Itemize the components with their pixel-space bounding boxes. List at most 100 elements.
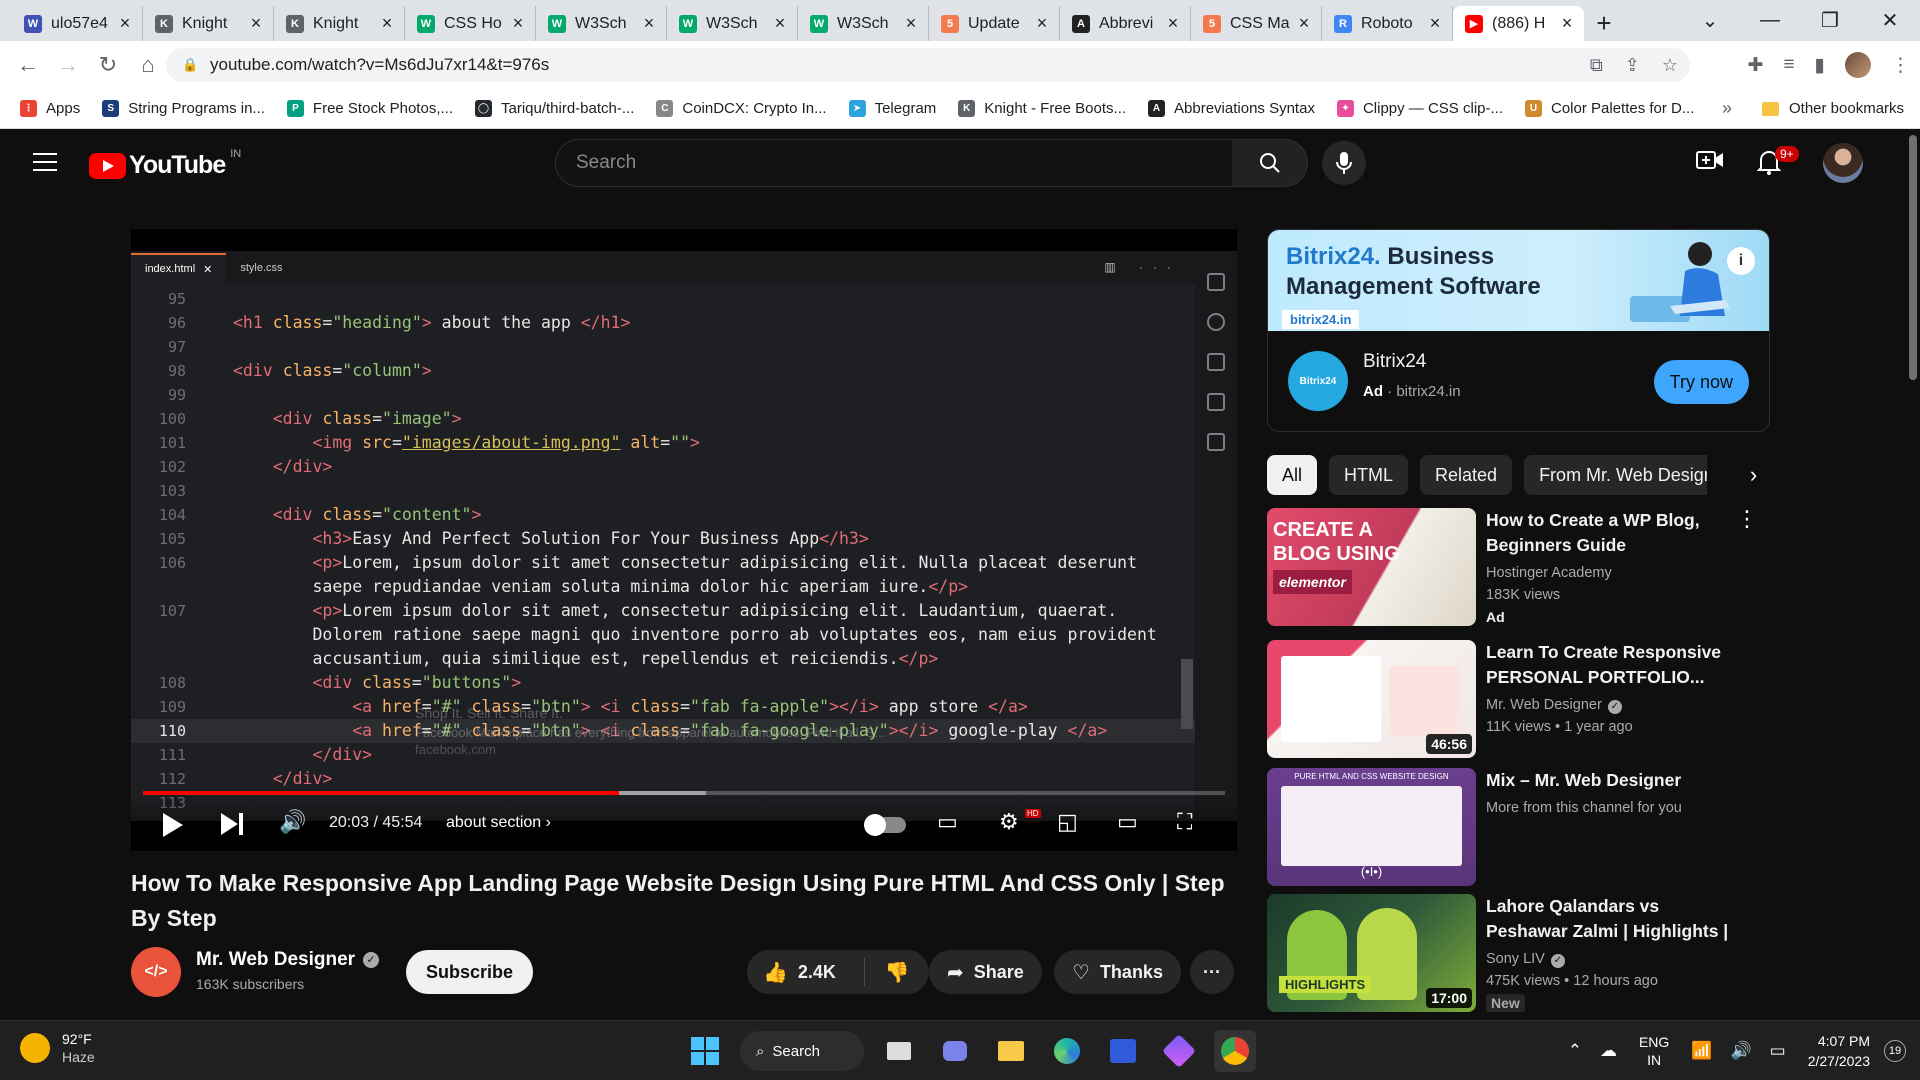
browser-tab[interactable]: W W3Sch × xyxy=(536,6,667,41)
voice-search-button[interactable] xyxy=(1322,141,1366,185)
lock-icon[interactable]: 🔒 xyxy=(182,57,198,73)
recommendation-item[interactable]: CREATE A BLOG USING elementor How to Cre… xyxy=(1267,508,1770,626)
minimize-button[interactable]: — xyxy=(1740,9,1800,32)
close-icon[interactable]: × xyxy=(509,13,527,34)
bookmark-item[interactable]: P Free Stock Photos,... xyxy=(286,100,453,117)
ad-logo[interactable]: Bitrix24 xyxy=(1288,351,1348,411)
new-tab-button[interactable]: + xyxy=(1584,6,1624,41)
file-explorer-icon[interactable] xyxy=(990,1030,1032,1072)
task-view-icon[interactable] xyxy=(878,1030,920,1072)
filter-chip[interactable]: All xyxy=(1267,455,1318,495)
ad-advertiser-name[interactable]: Bitrix24 xyxy=(1363,351,1426,373)
overlay-ad[interactable]: Shop It. Sell It. Share It. Facebook Mar… xyxy=(415,705,885,757)
bookmark-item[interactable]: ◯ Tariqu/third-batch-... xyxy=(474,100,634,117)
recommendation-item[interactable]: HIGHLIGHTS 17:00 Lahore Qalandars vs Pes… xyxy=(1267,894,1770,1012)
recommendation-item[interactable]: 46:56 Learn To Create Responsive PERSONA… xyxy=(1267,640,1770,758)
recommendation-title[interactable]: How to Create a WP Blog, Beginners Guide xyxy=(1486,508,1736,558)
bookmark-item[interactable]: ✦ Clippy — CSS clip-... xyxy=(1336,100,1503,117)
recommendation-channel[interactable]: Mr. Web Designer ✓ xyxy=(1486,697,1622,714)
channel-avatar[interactable]: </> xyxy=(131,947,181,997)
browser-tab[interactable]: W W3Sch × xyxy=(667,6,798,41)
recommendation-channel[interactable]: Hostinger Academy xyxy=(1486,565,1612,581)
share-button[interactable]: ➦ Share xyxy=(929,950,1042,994)
notification-count[interactable]: 19 xyxy=(1884,1040,1906,1062)
bookmark-item[interactable]: A Abbreviations Syntax xyxy=(1148,100,1315,117)
browser-tab[interactable]: K Knight × xyxy=(143,6,274,41)
browser-tab[interactable]: W W3Sch × xyxy=(798,6,929,41)
more-vertical-icon[interactable]: ⋮ xyxy=(1736,508,1758,530)
chevron-right-icon[interactable]: › xyxy=(1737,455,1770,495)
address-bar[interactable]: 🔒 youtube.com/watch?v=Ms6dJu7xr14&t=976s… xyxy=(166,48,1690,82)
autoplay-toggle[interactable] xyxy=(864,814,906,836)
youtube-logo[interactable]: YouTube IN xyxy=(89,148,241,180)
browser-tab[interactable]: 5 CSS Ma × xyxy=(1191,6,1322,41)
close-icon[interactable]: × xyxy=(247,13,265,34)
recommendation-title[interactable]: Learn To Create Responsive PERSONAL PORT… xyxy=(1486,640,1736,690)
like-button[interactable]: 👍 2.4K xyxy=(747,958,865,986)
create-video-icon[interactable] xyxy=(1696,149,1724,176)
menu-icon[interactable] xyxy=(33,153,57,177)
onedrive-cloud-icon[interactable]: ☁ xyxy=(1600,1041,1617,1061)
app-icon[interactable] xyxy=(1158,1030,1200,1072)
chrome-menu-icon[interactable]: ⋮ xyxy=(1891,54,1910,77)
page-scrollbar[interactable] xyxy=(1905,129,1920,1020)
bookmark-item[interactable]: K Knight - Free Boots... xyxy=(958,100,1126,117)
video-thumbnail[interactable]: CREATE A BLOG USING elementor xyxy=(1267,508,1476,626)
side-panel-icon[interactable]: ▮ xyxy=(1815,54,1825,77)
open-in-app-icon[interactable]: ⧉ xyxy=(1590,55,1603,76)
dislike-button[interactable]: 👎 xyxy=(865,960,929,985)
browser-tab[interactable]: R Roboto × xyxy=(1322,6,1453,41)
theater-mode-icon[interactable]: ▭ xyxy=(1117,809,1138,835)
bookmark-item[interactable]: S String Programs in... xyxy=(102,100,265,117)
close-icon[interactable]: × xyxy=(771,13,789,34)
browser-tab[interactable]: K Knight × xyxy=(274,6,405,41)
share-icon[interactable]: ⇪ xyxy=(1625,55,1640,76)
close-icon[interactable]: × xyxy=(1164,13,1182,34)
reload-icon[interactable]: ↻ xyxy=(88,52,128,78)
start-button[interactable] xyxy=(684,1030,726,1072)
video-thumbnail[interactable]: 46:56 xyxy=(1267,640,1476,758)
browser-tab[interactable]: W CSS Ho × xyxy=(405,6,536,41)
chapter-button[interactable]: about section › xyxy=(446,814,551,832)
filter-chip[interactable]: From Mr. Web Designer xyxy=(1524,455,1707,495)
forward-icon[interactable]: → xyxy=(48,52,88,78)
maximize-button[interactable]: ❐ xyxy=(1800,8,1860,33)
recommendation-item[interactable]: PURE HTML AND CSS WEBSITE DESIGN (•I•) M… xyxy=(1267,768,1770,886)
close-icon[interactable]: × xyxy=(378,13,396,34)
close-icon[interactable]: × xyxy=(640,13,658,34)
bookmark-item[interactable]: C CoinDCX: Crypto In... xyxy=(656,100,827,117)
browser-tab[interactable]: Wulo57e4 × xyxy=(12,6,143,41)
browser-tab[interactable]: ▶ (886) H × xyxy=(1453,6,1584,41)
wifi-icon[interactable]: 📶 xyxy=(1691,1041,1712,1061)
vscode-like-app-icon[interactable] xyxy=(1102,1030,1144,1072)
scrollbar-thumb[interactable] xyxy=(1909,135,1917,380)
close-icon[interactable]: × xyxy=(1426,13,1444,34)
profile-avatar[interactable] xyxy=(1845,52,1871,78)
bookmark-item[interactable]: U Color Palettes for D... xyxy=(1525,100,1694,117)
other-bookmarks[interactable]: Other bookmarks xyxy=(1762,100,1904,117)
chrome-taskbar-icon[interactable] xyxy=(1214,1030,1256,1072)
video-player[interactable]: index.html ✕ style.css ▥ ··· 95 96 <h1 class… xyxy=(131,229,1237,851)
sidebar-ad-card[interactable]: Bitrix24. Business Management Software b… xyxy=(1267,229,1770,432)
settings-gear-icon[interactable]: ⚙ xyxy=(999,809,1019,835)
filter-chip[interactable]: Related xyxy=(1420,455,1513,495)
weather-widget[interactable]: 92°F Haze xyxy=(20,1031,95,1065)
speaker-icon[interactable]: 🔊 xyxy=(1730,1041,1751,1061)
close-icon[interactable]: × xyxy=(1558,13,1576,34)
chevron-up-icon[interactable]: ⌃ xyxy=(1568,1041,1582,1061)
taskbar-search[interactable]: ⌕ Search xyxy=(740,1031,864,1071)
channel-name-link[interactable]: Mr. Web Designer ✓ xyxy=(196,949,380,971)
fullscreen-icon[interactable]: ⛶ xyxy=(1177,809,1192,835)
clock[interactable]: 4:07 PM 2/27/2023 xyxy=(1808,1031,1870,1071)
subscribe-button[interactable]: Subscribe xyxy=(406,950,534,994)
browser-tab[interactable]: A Abbrevi × xyxy=(1060,6,1191,41)
close-icon[interactable]: × xyxy=(1033,13,1051,34)
bookmark-item[interactable]: ⋮ Apps xyxy=(20,100,80,117)
more-bookmarks-icon[interactable]: » xyxy=(1722,98,1732,119)
edge-browser-icon[interactable] xyxy=(1046,1030,1088,1072)
back-icon[interactable]: ← xyxy=(8,52,48,78)
recommendation-title[interactable]: Lahore Qalandars vs Peshawar Zalmi | Hig… xyxy=(1486,894,1736,944)
recommendation-channel[interactable]: Sony LIV ✓ xyxy=(1486,951,1565,968)
language-indicator[interactable]: ENG IN xyxy=(1639,1033,1669,1069)
play-icon[interactable] xyxy=(163,813,183,837)
